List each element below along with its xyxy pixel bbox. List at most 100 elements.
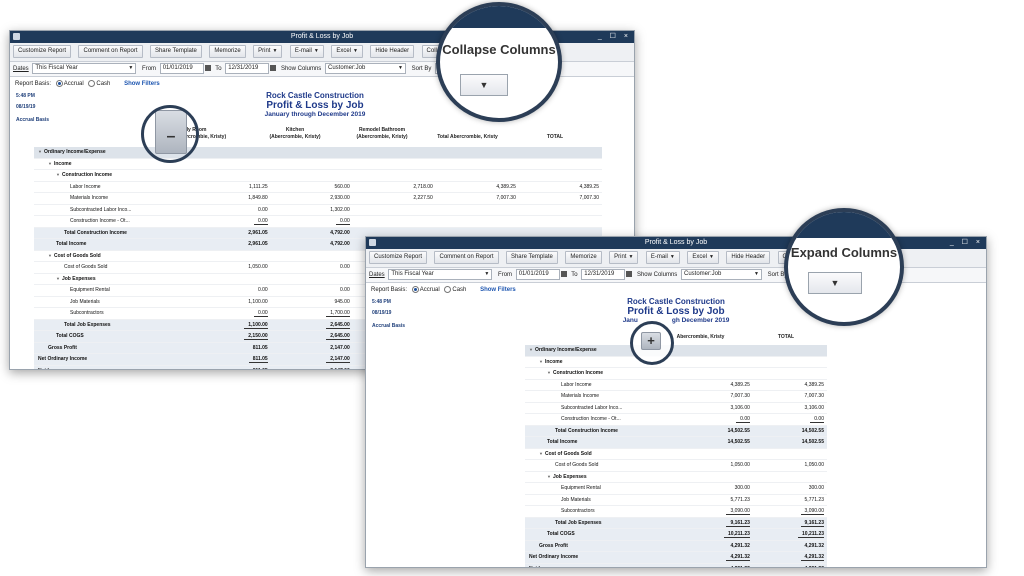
from-date-input[interactable]: 01/01/2019 xyxy=(159,62,204,74)
share-template-button[interactable]: Share Template xyxy=(149,45,202,58)
calendar-icon[interactable] xyxy=(270,65,277,72)
table-row: Net Income 4,291.32 4,291.32 xyxy=(525,563,827,567)
collapse-triangle-icon[interactable]: ▼ xyxy=(48,161,52,166)
collapse-triangle-icon[interactable]: ▼ xyxy=(547,474,551,479)
cell-c1: 7,007.30 xyxy=(686,390,753,403)
calendar-icon[interactable] xyxy=(626,271,633,278)
cell-value: 0.00 xyxy=(340,287,350,294)
callout-dropdown[interactable]: ▼ xyxy=(808,272,862,294)
hide-header-button[interactable]: Hide Header xyxy=(370,45,415,58)
from-date-input[interactable]: 01/01/2019 xyxy=(515,268,560,280)
cell-value: 1,302.00 xyxy=(330,206,350,213)
cell-c3: 2,227.50 xyxy=(352,192,436,205)
cell-c4 xyxy=(435,158,519,170)
cell-c4 xyxy=(435,204,519,216)
customize-report-button[interactable]: Customize Report xyxy=(369,251,428,264)
email-button[interactable]: E-mail ▼ xyxy=(645,251,680,264)
row-label-text: Net Ordinary Income xyxy=(529,554,579,561)
window-controls[interactable]: _ ☐ × xyxy=(950,237,983,249)
cell-c2: 0.00 xyxy=(270,215,353,228)
row-label-text: Total Job Expenses xyxy=(64,321,111,328)
show-filters-link[interactable]: Show Filters xyxy=(124,81,160,87)
dates-select[interactable]: This Fiscal Year ▼ xyxy=(388,268,493,280)
cell-c4: 7,007.30 xyxy=(435,192,519,205)
row-label: Subcontracted Labor Inco... xyxy=(525,402,687,414)
cell-c5: 4,389.25 xyxy=(518,181,602,193)
dates-label: Dates xyxy=(369,272,385,278)
table-row: ▼ Income xyxy=(525,356,827,368)
print-button[interactable]: Print ▼ xyxy=(609,251,639,264)
share-template-button[interactable]: Share Template xyxy=(505,251,558,264)
accrual-radio[interactable] xyxy=(411,285,419,293)
cell-c1: 1,050.00 xyxy=(183,261,271,274)
table-row: Construction Income - Ot... 0.00 0.00 xyxy=(525,413,827,426)
show-columns-select[interactable]: Customer:Job ▼ xyxy=(680,268,762,280)
sort-by-label: Sort By xyxy=(411,66,432,72)
cell-c2: 2,147.00 xyxy=(270,353,353,366)
print-button[interactable]: Print ▼ xyxy=(253,45,283,58)
table-row: Total COGS 10,211.23 10,211.23 xyxy=(525,528,827,541)
from-label: From xyxy=(142,66,157,72)
collapse-triangle-icon[interactable]: ▼ xyxy=(539,451,543,456)
cell-c2: 3,090.00 xyxy=(752,505,827,518)
cell-c1: 811.05 xyxy=(183,342,271,354)
row-label: ▼ Construction Income xyxy=(525,367,687,380)
hide-header-button[interactable]: Hide Header xyxy=(726,251,771,264)
collapse-triangle-icon[interactable]: ▼ xyxy=(539,359,543,364)
print-label: Print xyxy=(258,48,271,54)
cell-c1: 4,291.32 xyxy=(686,540,753,552)
collapse-triangle-icon[interactable]: ▼ xyxy=(56,276,60,281)
row-label: Total COGS xyxy=(34,330,184,343)
cell-c2: 10,211.23 xyxy=(752,528,827,541)
row-label-text: Construction Income xyxy=(552,370,603,377)
calendar-icon[interactable] xyxy=(560,271,567,278)
chevron-down-icon: ▼ xyxy=(398,64,403,71)
window-controls[interactable]: _ ☐ × xyxy=(598,31,631,43)
plus-icon: + xyxy=(647,333,655,348)
collapse-triangle-icon[interactable]: ▼ xyxy=(48,253,52,258)
to-date-input[interactable]: 12/31/2019 xyxy=(225,62,270,74)
memorize-button[interactable]: Memorize xyxy=(565,251,602,264)
customize-report-button[interactable]: Customize Report xyxy=(13,45,72,58)
show-columns-select[interactable]: Customer:Job ▼ xyxy=(324,62,406,74)
col-header-total: TOTAL xyxy=(546,134,564,140)
table-row: ▼ Income xyxy=(34,158,602,170)
cell-c1 xyxy=(686,448,753,460)
collapse-triangle-icon[interactable]: ▼ xyxy=(547,370,551,375)
memorize-button[interactable]: Memorize xyxy=(209,45,246,58)
cell-value: 4,389.25 xyxy=(730,381,750,388)
row-label-text: Ordinary Income/Expense xyxy=(43,149,106,156)
excel-button[interactable]: Excel ▼ xyxy=(331,45,363,58)
report-table: ▼ Ordinary Income/Expense ▼ Income ▼ Construc… xyxy=(525,345,827,567)
callout-title-strip xyxy=(440,6,558,28)
collapse-triangle-icon[interactable]: ▼ xyxy=(38,149,42,154)
callout-dropdown[interactable]: ▼ xyxy=(460,74,508,96)
email-button[interactable]: E-mail ▼ xyxy=(289,45,324,58)
calendar-icon[interactable] xyxy=(204,65,211,72)
row-label-text: Net Income xyxy=(529,566,556,567)
expand-column-button[interactable]: + xyxy=(641,332,661,350)
dates-select[interactable]: This Fiscal Year ▼ xyxy=(32,62,137,74)
cell-value: 14,502.55 xyxy=(801,427,824,434)
row-label: Total Construction Income xyxy=(525,425,687,437)
collapse-triangle-icon[interactable]: ▼ xyxy=(56,172,60,177)
cell-c1 xyxy=(183,158,271,170)
cash-radio[interactable] xyxy=(444,285,452,293)
col-header-line: Kitchen xyxy=(285,127,305,133)
row-label: ▼ Cost of Goods Sold xyxy=(34,250,184,262)
cell-c5: 7,007.30 xyxy=(518,192,602,205)
to-date-input[interactable]: 12/31/2019 xyxy=(581,268,626,280)
cash-radio[interactable] xyxy=(88,79,96,87)
cell-c2: 4,792.00 xyxy=(270,227,353,239)
row-label-text: Subcontractors xyxy=(561,508,595,515)
comment-on-report-button[interactable]: Comment on Report xyxy=(434,251,499,264)
cell-value: 2,645.00 xyxy=(326,333,350,341)
comment-on-report-button[interactable]: Comment on Report xyxy=(78,45,143,58)
cell-value: 560.00 xyxy=(334,183,350,190)
collapse-triangle-icon[interactable]: ▼ xyxy=(529,347,533,352)
excel-button[interactable]: Excel ▼ xyxy=(687,251,719,264)
cell-c3 xyxy=(352,204,436,216)
row-label: Gross Profit xyxy=(34,342,184,354)
accrual-radio[interactable] xyxy=(55,79,63,87)
show-filters-link[interactable]: Show Filters xyxy=(480,287,516,293)
